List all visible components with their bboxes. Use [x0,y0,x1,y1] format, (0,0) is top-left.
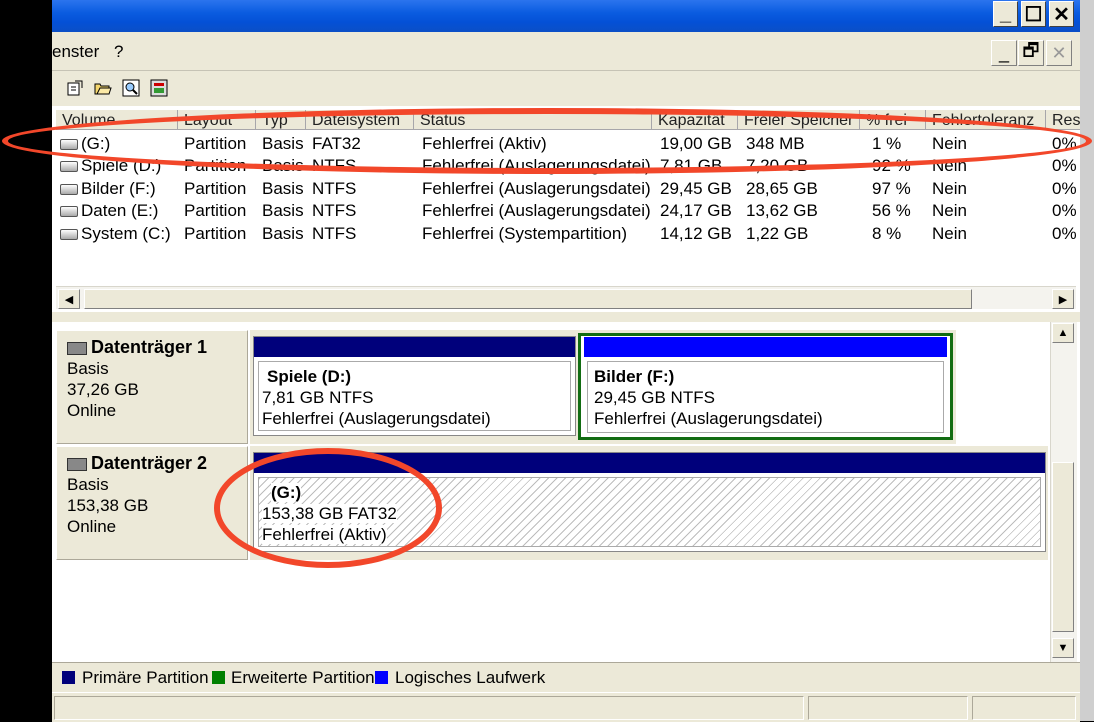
cell-status: Fehlerfrei (Auslagerungsdatei) [422,201,651,220]
scroll-left-button[interactable]: ◀ [58,289,80,309]
cell-status: Fehlerfrei (Auslagerungsdatei) [422,179,651,198]
drive-icon [60,229,78,241]
menu-bar: enster ? [52,32,1080,70]
cell-fault-tolerance: Nein [932,179,967,198]
cell-typ: Basis [262,224,304,243]
cell-status: Fehlerfrei (Systempartition) [422,224,628,243]
cell-volume: Daten (E:) [81,201,159,220]
cell-capacity: 24,17 GB [660,201,732,220]
scroll-thumb[interactable] [84,289,972,309]
cell-volume: System (C:) [81,224,171,243]
disk-graph-view: Datenträger 1 Basis 37,26 GB Online Spie… [52,322,1080,662]
toolbar [52,70,1080,106]
table-row[interactable]: Bilder (F:) Partition Basis NTFS Fehlerf… [56,178,1086,200]
disk-icon [67,458,87,472]
settings-icon[interactable] [150,79,168,97]
partition-size: 29,45 GB NTFS [594,388,715,407]
legend-primary: Primäre Partition [82,668,209,687]
partition-status: Fehlerfrei (Auslagerungsdatei) [594,409,823,428]
table-row[interactable]: Daten (E:) Partition Basis NTFS Fehlerfr… [56,200,1086,222]
scroll-thumb[interactable] [1052,462,1074,632]
cell-capacity: 14,12 GB [660,224,732,243]
cell-res: 0% [1052,201,1077,220]
drive-icon [60,206,78,218]
disk-size: 37,26 GB [67,380,139,399]
partition-spiele[interactable]: Spiele (D:) 7,81 GB NTFS Fehlerfrei (Aus… [253,336,576,436]
cell-capacity: 29,45 GB [660,179,732,198]
scroll-down-button[interactable]: ▼ [1052,638,1074,658]
cell-layout: Partition [184,179,247,198]
legend-swatch-logical [375,671,388,684]
disk-type: Basis [67,359,109,378]
cell-fault-tolerance: Nein [932,201,967,220]
disk-icon [67,342,87,356]
table-row[interactable]: System (C:) Partition Basis NTFS Fehlerf… [56,223,1086,245]
scroll-up-button[interactable]: ▲ [1052,323,1074,343]
cell-percent-free: 8 % [872,224,902,243]
menu-item-fenster[interactable]: enster [52,42,99,62]
cell-fs: NTFS [312,201,357,220]
partition-name: Spiele (D:) [267,367,352,386]
pane-splitter[interactable] [52,312,1080,322]
cell-percent-free: 56 % [872,201,911,220]
scroll-right-button[interactable]: ▶ [1052,289,1074,309]
legend: Primäre Partition Erweiterte Partition L… [52,662,1080,693]
cell-layout: Partition [184,201,247,220]
status-pane [808,696,968,720]
properties-icon[interactable] [66,79,84,97]
partition-color-bar [254,337,575,357]
cell-res: 0% [1052,156,1077,175]
cell-volume: Bilder (F:) [81,179,156,198]
legend-logical: Logisches Laufwerk [395,668,546,687]
cell-fs: NTFS [312,224,357,243]
vertical-scrollbar[interactable]: ▲ ▼ [1050,322,1077,662]
disk-name: Datenträger 2 [91,453,208,473]
legend-extended: Erweiterte Partition [231,668,375,687]
annotation-ellipse [214,448,442,568]
mdi-restore-button[interactable]: 🗗 [1018,40,1044,66]
cell-typ: Basis [262,201,304,220]
legend-swatch-extended [212,671,225,684]
partition-size: 7,81 GB NTFS [262,388,374,407]
cell-free: 1,22 GB [746,224,809,243]
drive-icon [60,161,78,173]
cell-percent-free: 97 % [872,179,911,198]
annotation-ellipse [2,108,1092,174]
cell-free: 13,62 GB [746,201,818,220]
cell-layout: Partition [184,224,247,243]
search-icon[interactable] [122,79,140,97]
partition-bilder[interactable]: Bilder (F:) 29,45 GB NTFS Fehlerfrei (Au… [578,333,953,440]
status-pane [972,696,1076,720]
disk-name: Datenträger 1 [91,337,208,357]
horizontal-scrollbar[interactable]: ◀ ▶ [56,286,1076,309]
drive-icon [60,184,78,196]
legend-swatch-primary [62,671,75,684]
cell-fs: NTFS [312,179,357,198]
mdi-minimize-button[interactable]: _ [991,40,1017,66]
disk-state: Online [67,401,117,420]
mdi-close-button[interactable]: ✕ [1046,40,1072,66]
close-button[interactable]: ✕ [1049,1,1074,27]
open-folder-icon[interactable] [94,79,112,97]
cell-fault-tolerance: Nein [932,224,967,243]
status-bar [52,692,1080,722]
partition-status: Fehlerfrei (Auslagerungsdatei) [262,409,491,428]
maximize-button[interactable]: ☐ [1021,1,1046,27]
minimize-button[interactable]: _ [993,1,1018,27]
cell-free: 28,65 GB [746,179,818,198]
background-window-edge [1080,0,1094,721]
partition-name: Bilder (F:) [594,367,675,386]
cell-typ: Basis [262,179,304,198]
disk-label-1[interactable]: Datenträger 1 Basis 37,26 GB Online [56,330,248,444]
partition-color-bar [584,337,947,357]
cell-res: 0% [1052,224,1077,243]
menu-item-help[interactable]: ? [114,42,123,62]
window-titlebar[interactable] [52,0,1080,32]
status-pane [54,696,804,720]
cell-res: 0% [1052,179,1077,198]
